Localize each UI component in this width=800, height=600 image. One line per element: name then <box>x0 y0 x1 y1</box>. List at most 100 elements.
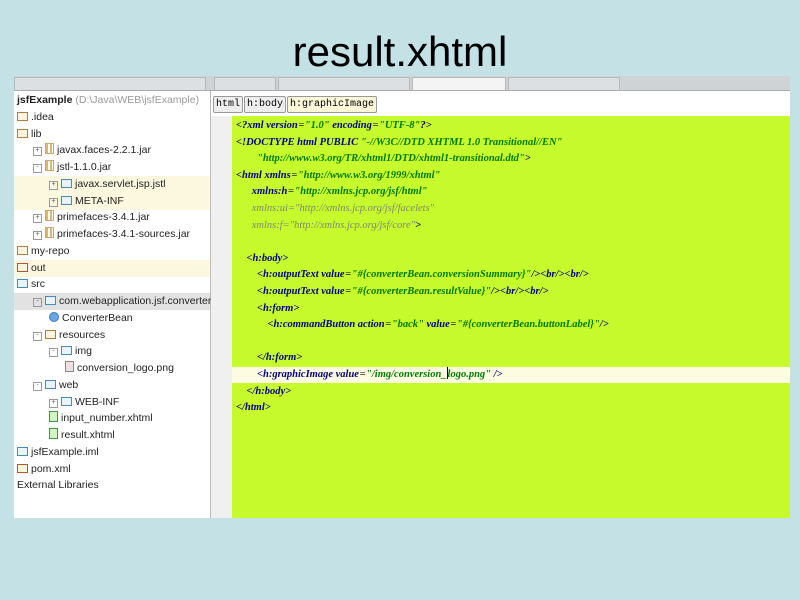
tree-item-label: primefaces-3.4.1-sources.jar <box>57 228 191 240</box>
tree-item-label: resources <box>59 328 106 341</box>
current-code-line[interactable]: <h:graphicImage value="/img/conversion_l… <box>232 367 790 383</box>
code-token: /> <box>599 319 609 331</box>
tree-item-label: jsfExample <box>17 94 73 106</box>
code-line[interactable] <box>232 234 790 250</box>
png-icon <box>65 361 74 372</box>
breadcrumb-h-graphicimage[interactable]: h:graphicImage <box>287 96 378 113</box>
breadcrumb-h-body[interactable]: h:body <box>244 96 287 113</box>
class-icon <box>49 311 59 322</box>
tree-item[interactable]: External Libraries <box>14 477 210 494</box>
jar-icon <box>45 227 54 238</box>
code-line[interactable]: <h:commandButton action="back" value="#{… <box>232 317 790 333</box>
tree-item[interactable]: input_number.xhtml <box>14 410 210 427</box>
code-token: <h:outputText value <box>236 286 345 297</box>
collapse-icon[interactable]: - <box>33 381 42 391</box>
code-line[interactable]: <html xmlns="http://www.w3.org/1999/xhtm… <box>232 168 790 184</box>
code-token: "1.0" <box>304 120 330 131</box>
code-token: "#{converterBean.conversionSummary}" <box>351 269 532 281</box>
tree-item-label: pom.xml <box>31 462 71 475</box>
jar-icon <box>45 160 54 171</box>
code-line[interactable]: <h:outputText value="#{converterBean.res… <box>232 284 790 300</box>
code-token: = <box>297 120 305 131</box>
code-line[interactable]: </h:form> <box>232 350 790 366</box>
tree-item[interactable]: jsfExample (D:\Java\WEB\jsfExample) <box>14 92 210 109</box>
tree-item-label: com.webapplication.jsf.converter <box>59 295 212 307</box>
tree-item[interactable]: + javax.servlet.jsp.jstl <box>14 175 210 193</box>
tree-item[interactable]: ConverterBean <box>14 310 210 327</box>
editor-tab[interactable] <box>214 77 276 90</box>
editor-tab[interactable] <box>278 77 410 90</box>
breadcrumb: html h:body h:graphicImage <box>213 96 378 113</box>
code-line[interactable]: <?xml version="1.0" encoding="UTF-8"?> <box>232 118 790 134</box>
code-token: > <box>415 219 422 231</box>
expand-icon[interactable]: + <box>33 231 42 240</box>
breadcrumb-html[interactable]: html <box>213 96 244 113</box>
code-line[interactable]: <h:body> <box>232 251 790 267</box>
tree-item[interactable]: .idea <box>14 109 210 126</box>
tree-item[interactable]: lib <box>14 126 210 143</box>
code-token: = <box>344 286 352 297</box>
expand-icon[interactable]: + <box>33 147 42 157</box>
tree-item[interactable]: result.xhtml <box>14 427 210 444</box>
collapse-icon[interactable]: - <box>33 298 42 307</box>
tree-item[interactable]: pom.xml <box>14 461 210 478</box>
code-line[interactable]: <h:form> <box>232 301 790 317</box>
editor-tab-active[interactable] <box>412 77 506 90</box>
collapse-icon[interactable]: - <box>33 164 42 173</box>
tree-item[interactable]: + META-INF <box>14 192 210 210</box>
code-token: ?> <box>420 120 432 131</box>
code-line[interactable]: <!DOCTYPE html PUBLIC "-//W3C//DTD XHTML… <box>232 135 790 151</box>
slide-title: result.xhtml <box>292 28 508 75</box>
code-token: "http://www.w3.org/TR/xhtml1/DTD/xhtml1-… <box>236 153 525 165</box>
tree-item[interactable]: + primefaces-3.4.1.jar <box>14 209 210 226</box>
code-token: logo.png" <box>447 369 492 380</box>
tree-item-label: javax.faces-2.2.1.jar <box>57 144 151 157</box>
code-token: <html xmlns <box>236 169 291 181</box>
tree-item[interactable]: jsfExample.iml <box>14 444 210 461</box>
tree-item[interactable]: my-repo <box>14 243 210 260</box>
tree-item[interactable]: - web <box>14 377 210 394</box>
code-line[interactable]: xmlns:h="http://xmlns.jcp.org/jsf/html" <box>232 184 790 200</box>
project-tree: jsfExample (D:\Java\WEB\jsfExample) .idea… <box>14 91 211 518</box>
code-line[interactable]: <h:outputText value="#{converterBean.con… <box>232 267 790 283</box>
tree-item[interactable]: src <box>14 276 210 293</box>
tree-item-label: jsfExample.iml <box>31 445 99 458</box>
collapse-icon[interactable]: - <box>49 348 58 358</box>
tree-item[interactable]: - img <box>14 343 210 360</box>
code-line[interactable]: xmlns:f="http://xmlns.jcp.org/jsf/core"> <box>232 218 790 234</box>
code-token: xmlns:h <box>236 186 288 198</box>
tree-item-label: javax.servlet.jsp.jstl <box>75 177 166 190</box>
code-line[interactable]: </h:body> <box>232 384 790 400</box>
src-icon <box>17 279 28 289</box>
expand-icon[interactable]: + <box>49 398 58 408</box>
expand-icon[interactable]: + <box>49 180 58 190</box>
code-area[interactable]: <?xml version="1.0" encoding="UTF-8"?> <!… <box>232 116 790 518</box>
tree-item[interactable]: + javax.faces-2.2.1.jar <box>14 142 210 159</box>
tree-item[interactable]: out <box>14 259 210 277</box>
expand-icon[interactable]: + <box>33 214 42 224</box>
editor-tab[interactable] <box>508 77 620 90</box>
code-editor[interactable]: html h:body h:graphicImage <?xml version… <box>211 91 790 518</box>
code-token: = <box>371 120 379 131</box>
tree-item[interactable]: + WEB-INF <box>14 394 210 411</box>
code-line[interactable]: "http://www.w3.org/TR/xhtml1/DTD/xhtml1-… <box>232 151 790 167</box>
code-line[interactable]: </html> <box>232 400 790 416</box>
folder-icon <box>17 128 28 138</box>
package-icon <box>61 178 72 188</box>
code-token: xmlns:f="http://xmlns.jcp.org/jsf/core" <box>236 219 416 231</box>
tree-item[interactable]: conversion_logo.png <box>14 360 210 377</box>
project-tool-tab[interactable] <box>14 77 206 90</box>
code-line[interactable]: xmlns:ui="http://xmlns.jcp.org/jsf/facel… <box>232 201 790 217</box>
code-token: = <box>449 319 457 331</box>
tree-item[interactable]: - com.webapplication.jsf.converter <box>14 293 212 310</box>
tree-item[interactable]: + primefaces-3.4.1-sources.jar <box>14 226 210 243</box>
code-token: /> <box>491 369 503 380</box>
tree-item[interactable]: - jstl-1.1.0.jar <box>14 159 210 176</box>
expand-icon[interactable]: + <box>49 197 58 207</box>
code-token: <h:outputText value <box>236 269 345 281</box>
package-icon <box>61 346 72 356</box>
code-line[interactable] <box>232 334 790 350</box>
code-token: "-//W3C//DTD XHTML 1.0 Transitional//EN" <box>360 136 563 148</box>
collapse-icon[interactable]: - <box>33 331 42 341</box>
tree-item[interactable]: - resources <box>14 327 210 344</box>
